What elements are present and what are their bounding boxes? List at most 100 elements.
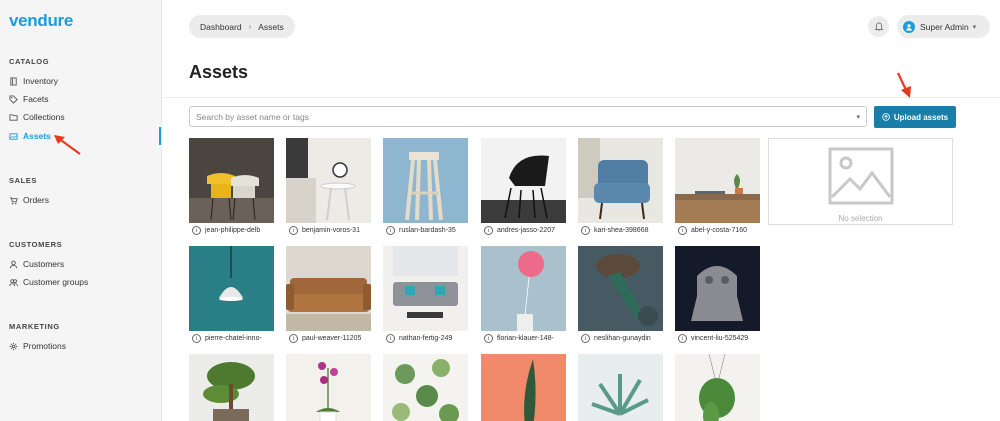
sidebar-item-label: Inventory xyxy=(23,76,58,86)
asset-thumbnail[interactable] xyxy=(286,246,371,331)
asset-card[interactable]: i benjamin-voros-31 xyxy=(286,138,372,238)
asset-caption: i ruslan-bardash-35 xyxy=(383,223,469,238)
notifications-button[interactable] xyxy=(868,16,889,37)
asset-card[interactable] xyxy=(481,354,567,421)
info-icon[interactable]: i xyxy=(581,334,590,343)
info-icon[interactable]: i xyxy=(386,226,395,235)
section-title-marketing: MARKETING xyxy=(9,322,60,331)
sidebar-item-promotions[interactable]: Promotions xyxy=(0,337,161,355)
sidebar-item-customer-groups[interactable]: Customer groups xyxy=(0,273,161,291)
asset-card[interactable]: i paul-weaver-11205 xyxy=(286,246,372,346)
section-title-sales: SALES xyxy=(9,176,38,185)
asset-name: vincent-liu-525429 xyxy=(691,335,749,342)
asset-thumbnail[interactable] xyxy=(189,354,274,421)
asset-thumbnail[interactable] xyxy=(481,246,566,331)
vendure-logo[interactable]: vendure xyxy=(9,11,73,31)
sidebar-item-collections[interactable]: Collections xyxy=(0,108,161,126)
asset-thumbnail[interactable] xyxy=(578,138,663,223)
breadcrumb-assets: Assets xyxy=(258,21,284,32)
sidebar-item-facets[interactable]: Facets xyxy=(0,90,161,108)
asset-name: nathan-fertig-249 xyxy=(399,335,453,342)
chevron-right-icon: › xyxy=(248,22,252,31)
asset-thumbnail[interactable] xyxy=(383,246,468,331)
section-title-customers: CUSTOMERS xyxy=(9,240,63,249)
asset-thumbnail[interactable] xyxy=(675,246,760,331)
info-icon[interactable]: i xyxy=(678,334,687,343)
annotation-arrow-icon xyxy=(897,72,911,98)
info-icon[interactable]: i xyxy=(484,226,493,235)
asset-card[interactable]: i ruslan-bardash-35 xyxy=(383,138,469,238)
sidebar-item-label: Promotions xyxy=(23,341,66,351)
asset-name: abel-y-costa-7160 xyxy=(691,227,748,234)
asset-card[interactable]: i andres-jasso-2207 xyxy=(481,138,567,238)
user-icon xyxy=(9,260,18,269)
asset-card[interactable]: i vincent-liu-525429 xyxy=(675,246,761,346)
asset-caption: i paul-weaver-11205 xyxy=(286,331,372,346)
asset-thumbnail[interactable] xyxy=(383,138,468,223)
chevron-down-icon: ▾ xyxy=(972,23,977,31)
asset-thumbnail[interactable] xyxy=(481,354,566,421)
image-placeholder-icon xyxy=(828,147,894,205)
asset-name: neslihan-gunaydin xyxy=(594,335,651,342)
user-name: Super Admin xyxy=(920,21,969,32)
asset-card[interactable] xyxy=(189,354,275,421)
asset-caption: i nathan-fertig-249 xyxy=(383,331,469,346)
asset-thumbnail[interactable] xyxy=(578,246,663,331)
asset-thumbnail[interactable] xyxy=(383,354,468,421)
info-icon[interactable]: i xyxy=(678,226,687,235)
folder-icon xyxy=(9,113,18,122)
search-input[interactable] xyxy=(196,111,857,122)
info-icon[interactable]: i xyxy=(192,226,201,235)
info-icon[interactable]: i xyxy=(386,334,395,343)
asset-name: ruslan-bardash-35 xyxy=(399,227,456,234)
asset-card[interactable]: i florian-klauer-148- xyxy=(481,246,567,346)
user-menu-button[interactable]: Super Admin ▾ xyxy=(897,15,990,38)
asset-caption: i jean-philippe-delb xyxy=(189,223,275,238)
asset-card[interactable]: i nathan-fertig-249 xyxy=(383,246,469,346)
asset-caption: i andres-jasso-2207 xyxy=(481,223,567,238)
upload-assets-button[interactable]: Upload assets xyxy=(874,106,956,128)
search-field[interactable]: ▾ xyxy=(189,106,867,127)
asset-thumbnail[interactable] xyxy=(481,138,566,223)
sidebar-item-label: Customers xyxy=(23,259,65,269)
asset-thumbnail[interactable] xyxy=(675,354,760,421)
asset-name: kari-shea-398668 xyxy=(594,227,649,234)
asset-thumbnail[interactable] xyxy=(675,138,760,223)
asset-card[interactable]: i kari-shea-398668 xyxy=(578,138,664,238)
avatar xyxy=(903,20,915,33)
asset-thumbnail[interactable] xyxy=(189,246,274,331)
asset-thumbnail[interactable] xyxy=(189,138,274,223)
info-icon[interactable]: i xyxy=(581,226,590,235)
asset-card[interactable] xyxy=(286,354,372,421)
info-icon[interactable]: i xyxy=(484,334,493,343)
asset-card[interactable]: i neslihan-gunaydin xyxy=(578,246,664,346)
sidebar-item-inventory[interactable]: Inventory xyxy=(0,72,161,90)
info-icon[interactable]: i xyxy=(289,334,298,343)
sidebar-item-label: Facets xyxy=(23,94,49,104)
sidebar: vendure CATALOG Inventory Facets Collect… xyxy=(0,0,162,421)
breadcrumb-dashboard[interactable]: Dashboard xyxy=(200,22,242,32)
asset-name: florian-klauer-148- xyxy=(497,335,554,342)
asset-name: benjamin-voros-31 xyxy=(302,227,360,234)
bell-icon xyxy=(873,18,884,36)
asset-card[interactable]: i jean-philippe-delb xyxy=(189,138,275,238)
info-icon[interactable]: i xyxy=(192,334,201,343)
sidebar-item-customers[interactable]: Customers xyxy=(0,255,161,273)
tag-icon xyxy=(9,94,18,104)
sidebar-item-label: Orders xyxy=(23,195,49,205)
info-icon[interactable]: i xyxy=(289,226,298,235)
asset-thumbnail[interactable] xyxy=(578,354,663,421)
asset-card[interactable] xyxy=(383,354,469,421)
upload-assets-label: Upload assets xyxy=(893,112,949,122)
asset-card[interactable] xyxy=(578,354,664,421)
asset-thumbnail[interactable] xyxy=(286,138,371,223)
asset-card[interactable]: i pierre-chatel-inno- xyxy=(189,246,275,346)
sidebar-item-label: Assets xyxy=(23,131,51,141)
asset-caption: i kari-shea-398668 xyxy=(578,223,664,238)
asset-thumbnail[interactable] xyxy=(286,354,371,421)
asset-card[interactable]: i abel-y-costa-7160 xyxy=(675,138,761,238)
cart-icon xyxy=(9,196,18,205)
sidebar-item-orders[interactable]: Orders xyxy=(0,191,161,209)
asset-card[interactable] xyxy=(675,354,761,421)
chevron-down-icon[interactable]: ▾ xyxy=(856,113,860,121)
